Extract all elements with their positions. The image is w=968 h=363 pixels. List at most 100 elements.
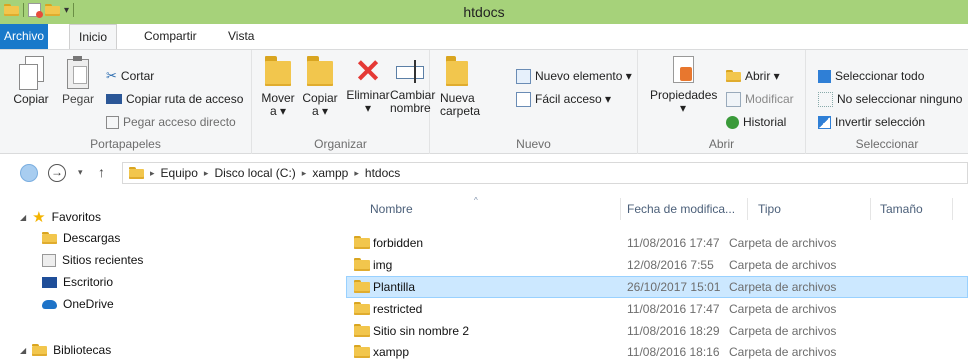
invert-selection-label: Invertir selección [835, 115, 926, 129]
quick-access-toolbar: ▾ [4, 3, 75, 18]
clipboard-icon [65, 56, 91, 90]
folder-icon [354, 324, 370, 337]
paste-shortcut-label: Pegar acceso directo [123, 115, 236, 129]
recent-places-icon [42, 253, 56, 267]
folder-icon [354, 302, 370, 315]
rename-icon [396, 56, 424, 86]
column-fecha[interactable]: Fecha de modifica... [627, 202, 735, 216]
back-button[interactable] [20, 164, 38, 182]
chevron-right-icon[interactable]: ▸ [150, 168, 155, 179]
paste-button[interactable]: Pegar [58, 56, 98, 106]
invert-selection-button[interactable]: Invertir selección [818, 113, 925, 131]
copy-to-icon [307, 56, 333, 86]
tab-vista[interactable]: Vista [219, 24, 263, 49]
column-divider[interactable] [952, 198, 953, 220]
divider [23, 3, 24, 17]
breadcrumb-xampp[interactable]: xampp [312, 166, 348, 180]
copy-path-label: Copiar ruta de acceso [126, 92, 244, 106]
properties-icon[interactable] [28, 3, 43, 18]
move-to-button[interactable]: Mover a ▾ [260, 56, 296, 118]
file-name: xampp [373, 345, 410, 359]
select-none-label: No seleccionar ninguno [837, 92, 963, 106]
folder-icon [354, 280, 370, 293]
new-folder-icon[interactable] [45, 3, 60, 17]
column-divider[interactable] [620, 198, 621, 220]
tab-inicio[interactable]: Inicio [69, 24, 118, 49]
nav-escritorio[interactable]: Escritorio [42, 275, 113, 289]
nav-bibliotecas[interactable]: ◢ Bibliotecas [20, 343, 111, 357]
easy-access-label: Fácil acceso ▾ [535, 92, 612, 106]
file-date: 11/08/2016 18:29 [627, 324, 720, 338]
open-icon [726, 70, 741, 82]
column-nombre[interactable]: Nombre [370, 202, 413, 216]
folder-icon [354, 258, 370, 271]
file-date: 11/08/2016 17:47 [627, 236, 720, 250]
column-headers: Nombre ^ Fecha de modifica... Tipo Tamañ… [340, 196, 968, 224]
copy-path-button[interactable]: Copiar ruta de acceso [106, 90, 243, 108]
easy-access-button[interactable]: Fácil acceso ▾ [516, 90, 611, 108]
up-icon[interactable]: ↑ [98, 164, 105, 180]
file-type: Carpeta de archivos [729, 324, 837, 338]
group-abrir: Propiedades ▾ Abrir ▾ Modificar Historia… [638, 50, 806, 154]
file-row[interactable]: Sitio sin nombre 2 11/08/2016 18:29 Carp… [346, 320, 968, 342]
select-all-icon [818, 69, 831, 83]
paste-shortcut-button[interactable]: Pegar acceso directo [106, 113, 236, 131]
file-name: restricted [373, 302, 423, 316]
file-row[interactable]: restricted 11/08/2016 17:47 Carpeta de a… [346, 298, 968, 320]
recent-locations-icon[interactable]: ▾ [78, 167, 83, 178]
customize-toolbar-icon[interactable]: ▾ [64, 5, 69, 16]
column-divider[interactable] [747, 198, 748, 220]
navigation-pane: ◢ ★ Favoritos Descargas Sitios recientes… [0, 196, 340, 362]
column-tipo[interactable]: Tipo [758, 202, 781, 216]
copy-path-icon [106, 94, 122, 104]
file-type: Carpeta de archivos [729, 258, 837, 272]
new-folder-icon [446, 56, 468, 86]
breadcrumb-equipo[interactable]: Equipo [161, 166, 198, 180]
properties-label-2: ▾ [679, 101, 687, 115]
nav-sitios-recientes[interactable]: Sitios recientes [42, 253, 143, 267]
edit-button[interactable]: Modificar [726, 90, 794, 108]
history-button[interactable]: Historial [726, 113, 786, 131]
new-item-button[interactable]: Nuevo elemento ▾ [516, 67, 632, 85]
new-item-icon [516, 68, 531, 84]
new-folder-button[interactable]: Nueva carpeta [440, 56, 480, 118]
cut-button[interactable]: ✂ Cortar [106, 67, 154, 85]
select-all-button[interactable]: Seleccionar todo [818, 67, 924, 85]
file-name: img [373, 258, 393, 272]
nav-descargas[interactable]: Descargas [42, 231, 120, 245]
copy-button[interactable]: Copiar [12, 56, 50, 106]
tab-compartir[interactable]: Compartir [135, 24, 206, 49]
select-none-button[interactable]: No seleccionar ninguno [818, 90, 962, 108]
chevron-right-icon[interactable]: ▸ [354, 168, 359, 179]
file-type: Carpeta de archivos [729, 345, 837, 359]
file-date: 11/08/2016 17:47 [627, 302, 720, 316]
file-row[interactable]: img 12/08/2016 7:55 Carpeta de archivos [346, 254, 968, 276]
column-tamano[interactable]: Tamaño [880, 202, 923, 216]
file-row[interactable]: forbidden 11/08/2016 17:47 Carpeta de ar… [346, 232, 968, 254]
breadcrumb-disco[interactable]: Disco local (C:) [214, 166, 295, 180]
edit-label: Modificar [745, 92, 794, 106]
rename-button[interactable]: Cambiar nombre [390, 56, 435, 115]
column-divider[interactable] [870, 198, 871, 220]
file-row[interactable]: xampp 11/08/2016 18:16 Carpeta de archiv… [346, 341, 968, 363]
file-row-selected[interactable]: Plantilla 26/10/2017 15:01 Carpeta de ar… [346, 276, 968, 298]
delete-button[interactable]: ✕ Eliminar ▾ [346, 55, 390, 115]
properties-button[interactable]: Propiedades ▾ [650, 56, 717, 115]
group-label: Nuevo [516, 137, 551, 151]
nav-onedrive[interactable]: OneDrive [42, 297, 114, 311]
group-nuevo: Nueva carpeta Nuevo elemento ▾ Fácil acc… [430, 50, 638, 154]
copy-to-button[interactable]: Copiar a ▾ [300, 56, 340, 118]
file-type: Carpeta de archivos [729, 280, 837, 294]
address-box[interactable]: ▸ Equipo ▸ Disco local (C:) ▸ xampp ▸ ht… [122, 162, 968, 184]
history-icon [726, 115, 739, 129]
window-title: htdocs [463, 4, 505, 20]
chevron-right-icon[interactable]: ▸ [204, 168, 209, 179]
copy-to-label-2: a ▾ [311, 104, 329, 118]
breadcrumb-htdocs[interactable]: htdocs [365, 166, 400, 180]
chevron-right-icon[interactable]: ▸ [302, 168, 307, 179]
forward-button[interactable]: → [48, 164, 66, 182]
nav-favoritos[interactable]: ◢ ★ Favoritos [20, 208, 101, 226]
tab-archivo[interactable]: Archivo [0, 24, 48, 49]
open-button[interactable]: Abrir ▾ [726, 67, 780, 85]
ribbon-tabs: Archivo Inicio Compartir Vista [0, 24, 968, 49]
